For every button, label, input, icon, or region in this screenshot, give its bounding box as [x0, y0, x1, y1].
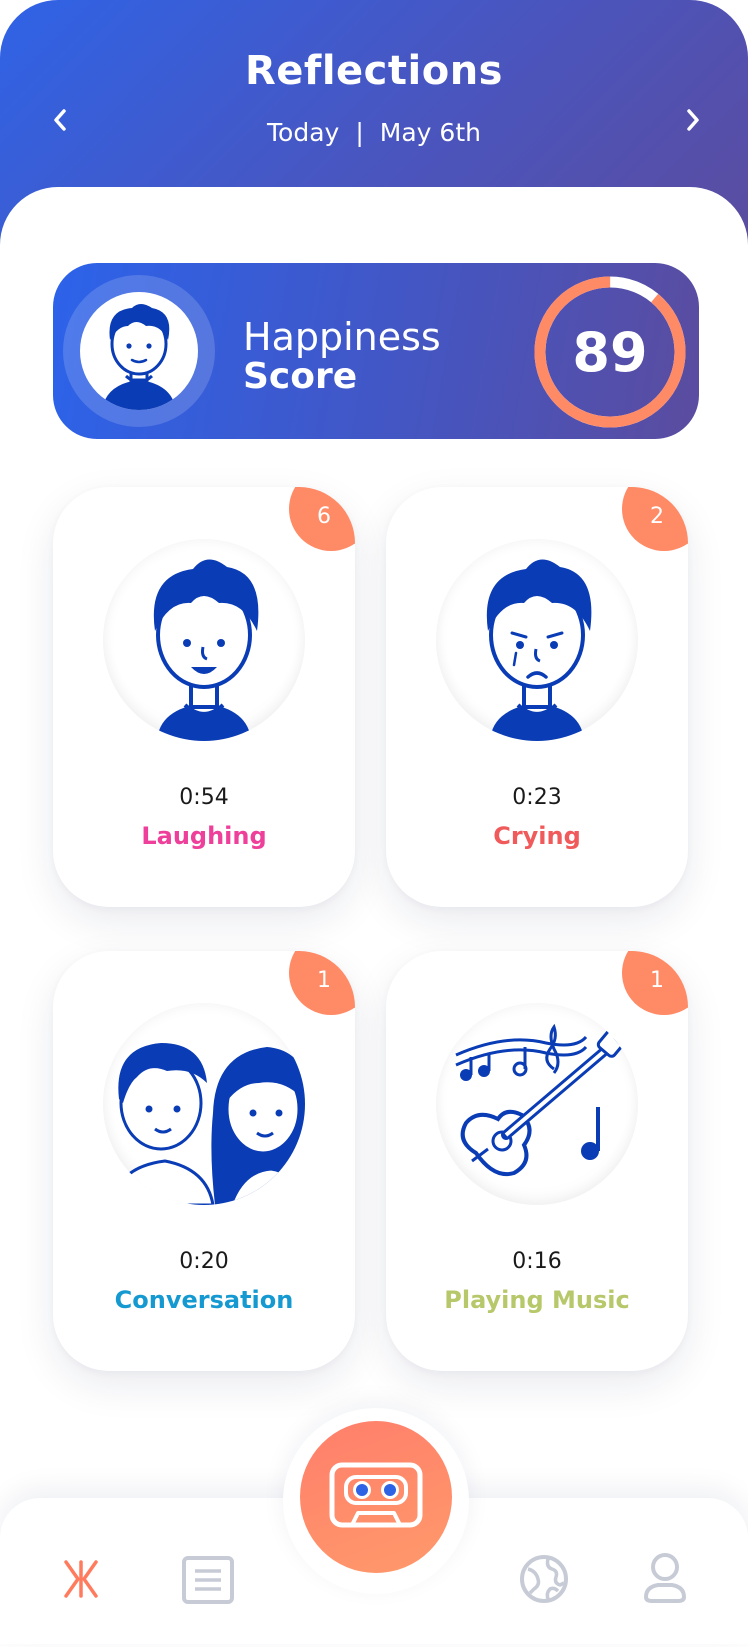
chevron-right-icon: [687, 109, 699, 131]
avatar: [63, 275, 215, 427]
next-day-button[interactable]: [673, 100, 713, 140]
previous-day-button[interactable]: [40, 100, 80, 140]
activity-card-conversation[interactable]: 1 0:20 Conversation: [53, 951, 355, 1371]
journal-icon: [182, 1556, 234, 1604]
nav-profile[interactable]: [640, 1550, 690, 1606]
page-title: Reflections: [245, 48, 503, 94]
happiness-score-card[interactable]: Happiness Score 89: [53, 263, 699, 439]
card-label: Laughing: [141, 822, 267, 850]
nav-explore[interactable]: [517, 1552, 571, 1606]
laughing-boy-icon: [153, 559, 259, 741]
avatar-circle: [103, 1003, 305, 1205]
avatar-circle: [436, 539, 638, 741]
profile-icon: [643, 1553, 687, 1603]
home-icon: [64, 1560, 98, 1598]
card-label: Conversation: [114, 1286, 294, 1314]
card-label: Crying: [493, 822, 581, 850]
count-badge: 2: [622, 487, 688, 551]
score-value: 89: [572, 320, 648, 384]
globe-icon: [520, 1555, 568, 1603]
nav-journal[interactable]: [180, 1554, 236, 1606]
date-label: May 6th: [379, 118, 481, 147]
chevron-left-icon: [54, 109, 66, 131]
card-time: 0:23: [512, 785, 562, 810]
score-label-bottom: Score: [243, 356, 358, 397]
date-separator: |: [355, 118, 364, 147]
avatar-circle: [103, 539, 305, 741]
score-label-top: Happiness: [243, 315, 441, 359]
card-time: 0:16: [512, 1249, 562, 1274]
boy-avatar-icon: [102, 304, 176, 410]
conversation-icon: [111, 1043, 305, 1205]
card-label: Playing Music: [444, 1286, 630, 1314]
record-cassette-icon: [329, 1462, 423, 1528]
record-button[interactable]: [300, 1421, 452, 1573]
avatar-circle: [436, 1003, 638, 1205]
day-label: Today: [267, 118, 340, 147]
count-badge: 1: [622, 951, 688, 1015]
count-badge: 6: [289, 487, 355, 551]
card-time: 0:20: [179, 1249, 229, 1274]
activity-card-playing-music[interactable]: 1 0:16 Playing Music: [386, 951, 688, 1371]
activity-card-crying[interactable]: 2 0:23 Crying: [386, 487, 688, 907]
card-time: 0:54: [179, 785, 229, 810]
date-subtitle: Today | May 6th: [0, 118, 748, 147]
guitar-music-icon: [455, 1022, 632, 1176]
count-badge: 1: [289, 951, 355, 1015]
crying-boy-icon: [486, 559, 592, 741]
activity-card-laughing[interactable]: 6 0:54 Laughing: [53, 487, 355, 907]
nav-home[interactable]: [56, 1554, 106, 1604]
